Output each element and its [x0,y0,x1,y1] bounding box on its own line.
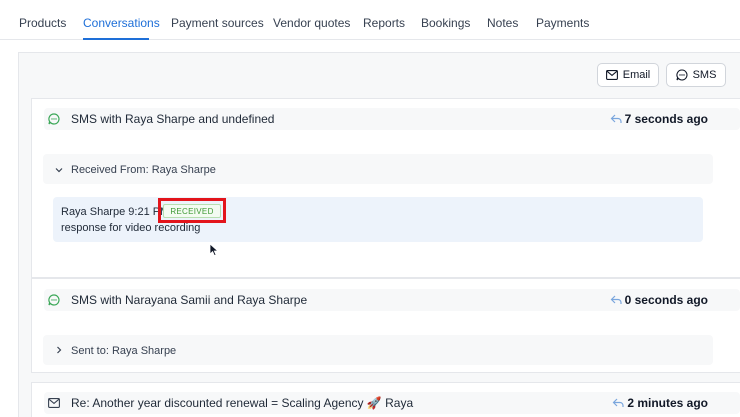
reply-arrow-icon[interactable] [610,113,622,125]
chevron-down-icon [55,168,63,173]
tab-payment-sources[interactable]: Payment sources [171,16,264,30]
message-group-label: Sent to: Raya Sharpe [71,345,177,357]
tab-bookings[interactable]: Bookings [421,16,470,30]
email-button[interactable]: Email [597,63,659,87]
conversation-time: 0 seconds ago [624,293,708,307]
tab-notes[interactable]: Notes [487,16,518,30]
conversation-time: 7 seconds ago [624,112,708,126]
chat-bubble-icon [48,113,60,125]
envelope-icon [605,70,618,80]
conversation-title: Re: Another year discounted renewal = Sc… [71,396,414,410]
tab-products[interactable]: Products [19,16,66,30]
message-group-label: Received From: Raya Sharpe [71,164,216,176]
reply-arrow-icon[interactable] [610,294,622,306]
message-bubble: Raya Sharpe 9:21 PM response for video r… [53,197,703,242]
tab-payments[interactable]: Payments [536,16,589,30]
sms-button-label: SMS [692,69,717,81]
active-tab-indicator [83,38,149,40]
email-button-label: Email [622,69,651,81]
chevron-right-icon [57,346,62,354]
tab-reports[interactable]: Reports [363,16,405,30]
tab-vendor-quotes[interactable]: Vendor quotes [273,16,350,30]
message-body: response for video recording [61,222,201,234]
sms-button[interactable]: SMS [666,63,726,87]
chat-bubble-icon [676,69,688,81]
message-meta: Raya Sharpe 9:21 PM [61,206,169,218]
conversation-time: 2 minutes ago [627,396,708,410]
mouse-pointer-icon [209,243,219,257]
envelope-icon [48,398,60,408]
message-sender: Raya Sharpe [61,206,126,218]
tab-bar: Products Conversations Payment sources V… [0,0,740,40]
chat-bubble-icon [48,294,60,306]
tab-conversations[interactable]: Conversations [83,16,160,30]
highlight-frame [158,198,226,223]
conversation-title: SMS with Narayana Samii and Raya Sharpe [71,293,308,307]
reply-arrow-icon[interactable] [612,397,624,409]
conversation-title: SMS with Raya Sharpe and undefined [71,112,275,126]
